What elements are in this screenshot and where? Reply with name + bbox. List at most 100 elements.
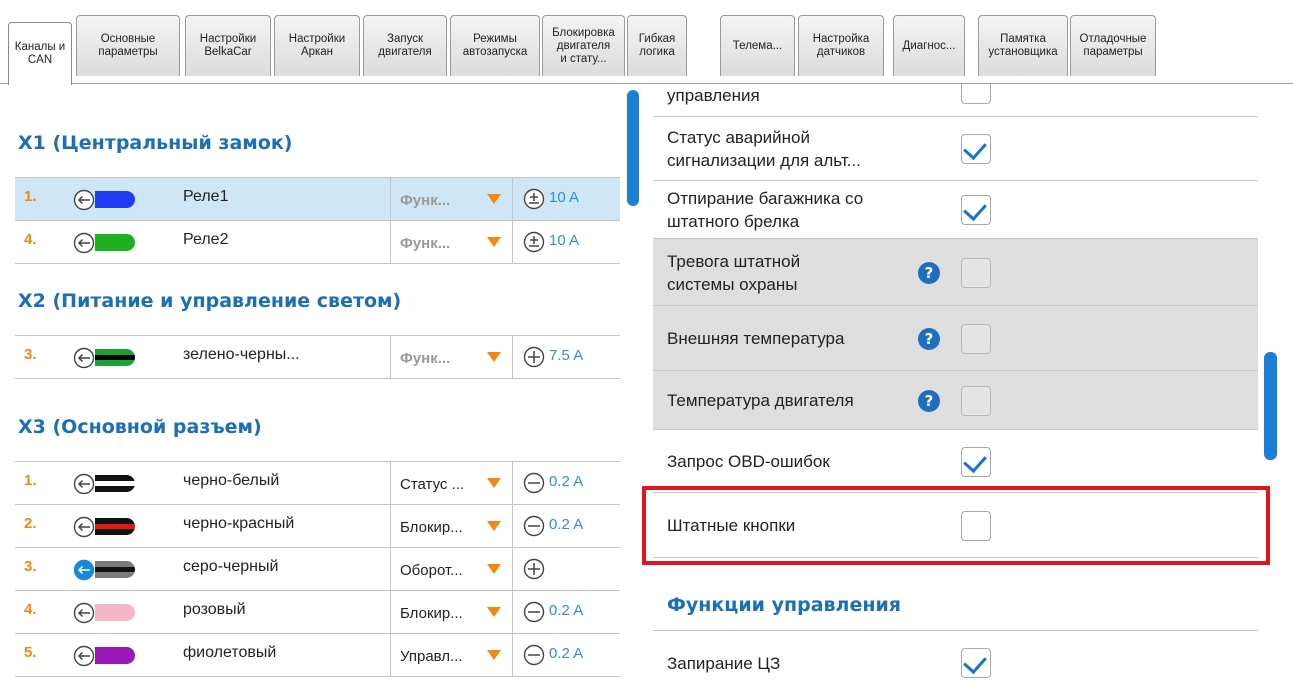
param-row[interactable]: Запирание ЦЗ xyxy=(653,630,1258,684)
tab-0[interactable]: Каналы и CAN xyxy=(8,22,72,85)
param-checkbox[interactable] xyxy=(961,195,991,225)
power-plus-icon[interactable] xyxy=(523,558,545,580)
param-checkbox[interactable] xyxy=(961,447,991,477)
params-panel: управления Статус аварийной сигнализации … xyxy=(643,84,1258,684)
direction-icon[interactable] xyxy=(73,189,95,211)
help-icon[interactable]: ? xyxy=(918,262,940,284)
wire-name: серо-черный xyxy=(183,558,279,575)
current-rating: 0.2 A xyxy=(549,602,584,619)
wire-name: розовый xyxy=(183,601,246,618)
tab-9[interactable]: Настройка датчиков xyxy=(798,15,884,76)
power-minus-icon[interactable] xyxy=(523,472,545,494)
wire-color-swatch xyxy=(95,191,135,208)
help-icon[interactable]: ? xyxy=(918,390,940,412)
direction-icon[interactable] xyxy=(73,645,95,667)
power-plus-icon[interactable] xyxy=(523,346,545,368)
function-select-value: Блокир... xyxy=(400,519,463,536)
param-checkbox xyxy=(961,324,991,354)
tab-8[interactable]: Телема... xyxy=(720,15,795,76)
channel-row[interactable]: 1. Реле1 Функ... 10 A xyxy=(15,177,620,221)
function-select[interactable]: Функ... xyxy=(390,335,513,379)
left-scrollbar[interactable] xyxy=(627,90,639,206)
param-row[interactable]: управления xyxy=(653,84,1258,117)
function-select[interactable]: Управл... xyxy=(390,633,513,677)
channel-row[interactable]: 5. фиолетовый Управл... 0.2 A xyxy=(15,633,620,677)
tab-11[interactable]: Памятка установщика xyxy=(978,15,1068,76)
channel-number: 1. xyxy=(24,188,37,205)
wire-color-swatch xyxy=(95,349,135,366)
chevron-down-icon xyxy=(487,352,501,362)
power-minus-icon[interactable] xyxy=(523,644,545,666)
channel-row[interactable]: 1. черно-белый Статус ... 0.2 A xyxy=(15,461,620,505)
wire-color-swatch xyxy=(95,518,135,535)
tab-2[interactable]: Настройки BelkaCar xyxy=(185,15,271,76)
function-select[interactable]: Функ... xyxy=(390,177,513,221)
channel-row[interactable]: 4. Реле2 Функ... 10 A xyxy=(15,220,620,264)
tab-7[interactable]: Гибкая логика xyxy=(627,15,687,76)
function-select-value: Управл... xyxy=(400,648,463,665)
channels-panel: X1 (Центральный замок) 1. Реле1 Функ... 10 A… xyxy=(0,84,627,684)
param-row[interactable]: Внешняя температура? xyxy=(653,306,1258,371)
help-icon[interactable]: ? xyxy=(918,328,940,350)
channel-number: 5. xyxy=(24,644,37,661)
channel-number: 3. xyxy=(24,346,37,363)
param-row[interactable]: Запрос OBD-ошибок xyxy=(653,430,1258,493)
chevron-down-icon xyxy=(487,650,501,660)
wire-name: зелено-черны... xyxy=(183,346,300,363)
direction-icon[interactable] xyxy=(73,516,95,538)
param-label: управления xyxy=(667,86,760,105)
right-scrollbar[interactable] xyxy=(1264,352,1277,460)
channel-row[interactable]: 4. розовый Блокир... 0.2 A xyxy=(15,590,620,634)
param-label: Статус аварийной сигнализации для альт..… xyxy=(667,128,861,170)
param-checkbox xyxy=(961,258,991,288)
tab-4[interactable]: Запуск двигателя xyxy=(363,15,447,76)
function-select[interactable]: Оборот... xyxy=(390,547,513,591)
param-checkbox[interactable] xyxy=(961,84,991,104)
function-select-value: Функ... xyxy=(400,350,451,367)
function-select[interactable]: Блокир... xyxy=(390,590,513,634)
channel-number: 4. xyxy=(24,231,37,248)
channel-number: 3. xyxy=(24,558,37,575)
chevron-down-icon xyxy=(487,564,501,574)
direction-active-icon[interactable] xyxy=(73,559,95,581)
power-minus-icon[interactable] xyxy=(523,515,545,537)
param-row[interactable]: Температура двигателя? xyxy=(653,371,1258,430)
power-minus-icon[interactable] xyxy=(523,601,545,623)
param-checkbox[interactable] xyxy=(961,648,991,678)
wire-color-swatch xyxy=(95,561,135,578)
section-title-control-functions: Функции управления xyxy=(667,594,901,616)
direction-icon[interactable] xyxy=(73,232,95,254)
tab-3[interactable]: Настройки Аркан xyxy=(274,15,360,76)
chevron-down-icon xyxy=(487,237,501,247)
section-title: X2 (Питание и управление светом) xyxy=(18,290,402,312)
direction-icon[interactable] xyxy=(73,473,95,495)
tab-10[interactable]: Диагнос... xyxy=(893,15,965,76)
tab-1[interactable]: Основные параметры xyxy=(76,15,180,76)
direction-icon[interactable] xyxy=(73,602,95,624)
chevron-down-icon xyxy=(487,607,501,617)
wire-color-swatch xyxy=(95,647,135,664)
chevron-down-icon xyxy=(487,194,501,204)
param-row[interactable]: Тревога штатной системы охраны? xyxy=(653,239,1258,306)
tab-bar: Каналы и CAN Основные параметры Настройки … xyxy=(0,0,1293,85)
tab-12[interactable]: Отладочные параметры xyxy=(1070,15,1156,76)
current-rating: 10 A xyxy=(549,189,580,206)
param-row[interactable]: Статус аварийной сигнализации для альт..… xyxy=(653,117,1258,181)
function-select[interactable]: Статус ... xyxy=(390,461,513,505)
channel-row[interactable]: 2. черно-красный Блокир... 0.2 A xyxy=(15,504,620,548)
function-select[interactable]: Функ... xyxy=(390,220,513,264)
power-plusminus-icon[interactable] xyxy=(523,231,545,253)
direction-icon[interactable] xyxy=(73,347,95,369)
wire-name: черно-красный xyxy=(183,515,295,532)
channel-row[interactable]: 3. серо-черный Оборот... xyxy=(15,547,620,591)
param-label: Отпирание багажника со штатного брелка xyxy=(667,189,864,231)
chevron-down-icon xyxy=(487,521,501,531)
function-select-value: Функ... xyxy=(400,192,451,209)
param-row[interactable]: Отпирание багажника со штатного брелка xyxy=(653,181,1258,239)
power-plusminus-icon[interactable] xyxy=(523,188,545,210)
function-select[interactable]: Блокир... xyxy=(390,504,513,548)
param-checkbox[interactable] xyxy=(961,134,991,164)
tab-5[interactable]: Режимы автозапуска xyxy=(450,15,540,76)
channel-row[interactable]: 3. зелено-черны... Функ... 7.5 A xyxy=(15,335,620,379)
tab-6[interactable]: Блокировка двигателя и стату... xyxy=(542,15,625,76)
